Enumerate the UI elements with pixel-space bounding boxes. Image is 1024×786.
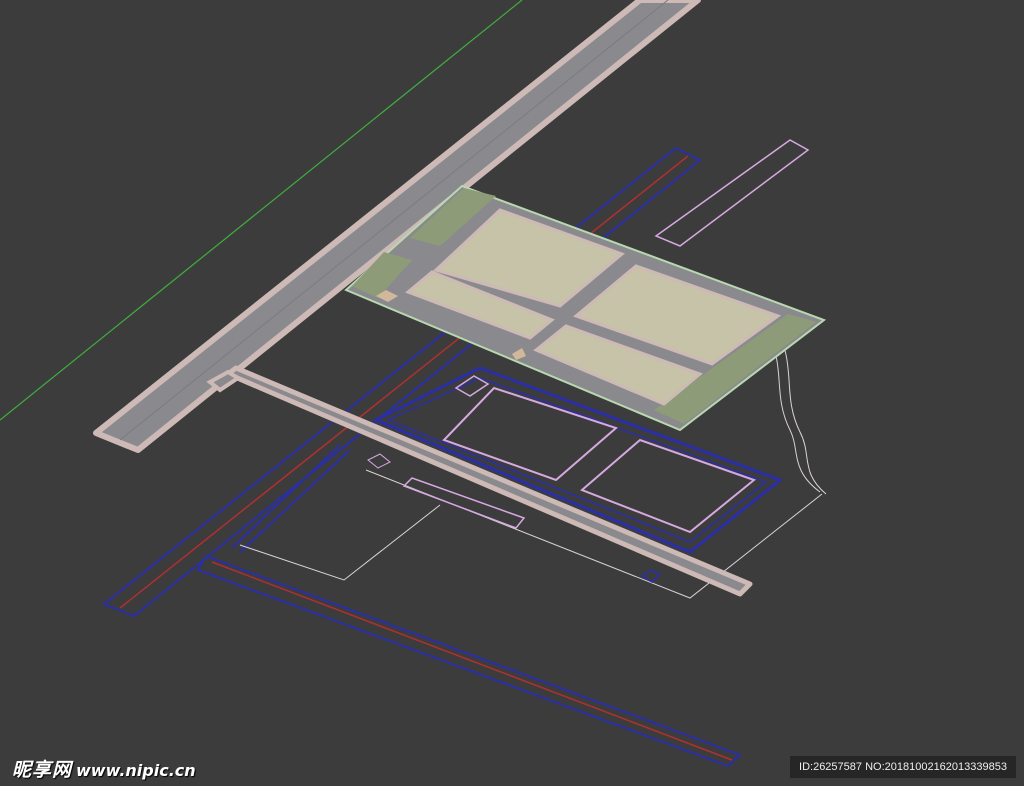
tiny-marker: [367, 453, 391, 469]
upper-plot-outline: [654, 139, 810, 247]
watermark-logo-text: 昵享网: [12, 759, 73, 781]
watermark-id: ID:26257587 NO:20181002162013339853: [790, 756, 1016, 778]
watermark-logo: 昵享网 www.nipic.cn: [12, 755, 196, 782]
watermark-url: www.nipic.cn: [76, 761, 196, 780]
cad-site-plan-3d: [0, 0, 827, 768]
